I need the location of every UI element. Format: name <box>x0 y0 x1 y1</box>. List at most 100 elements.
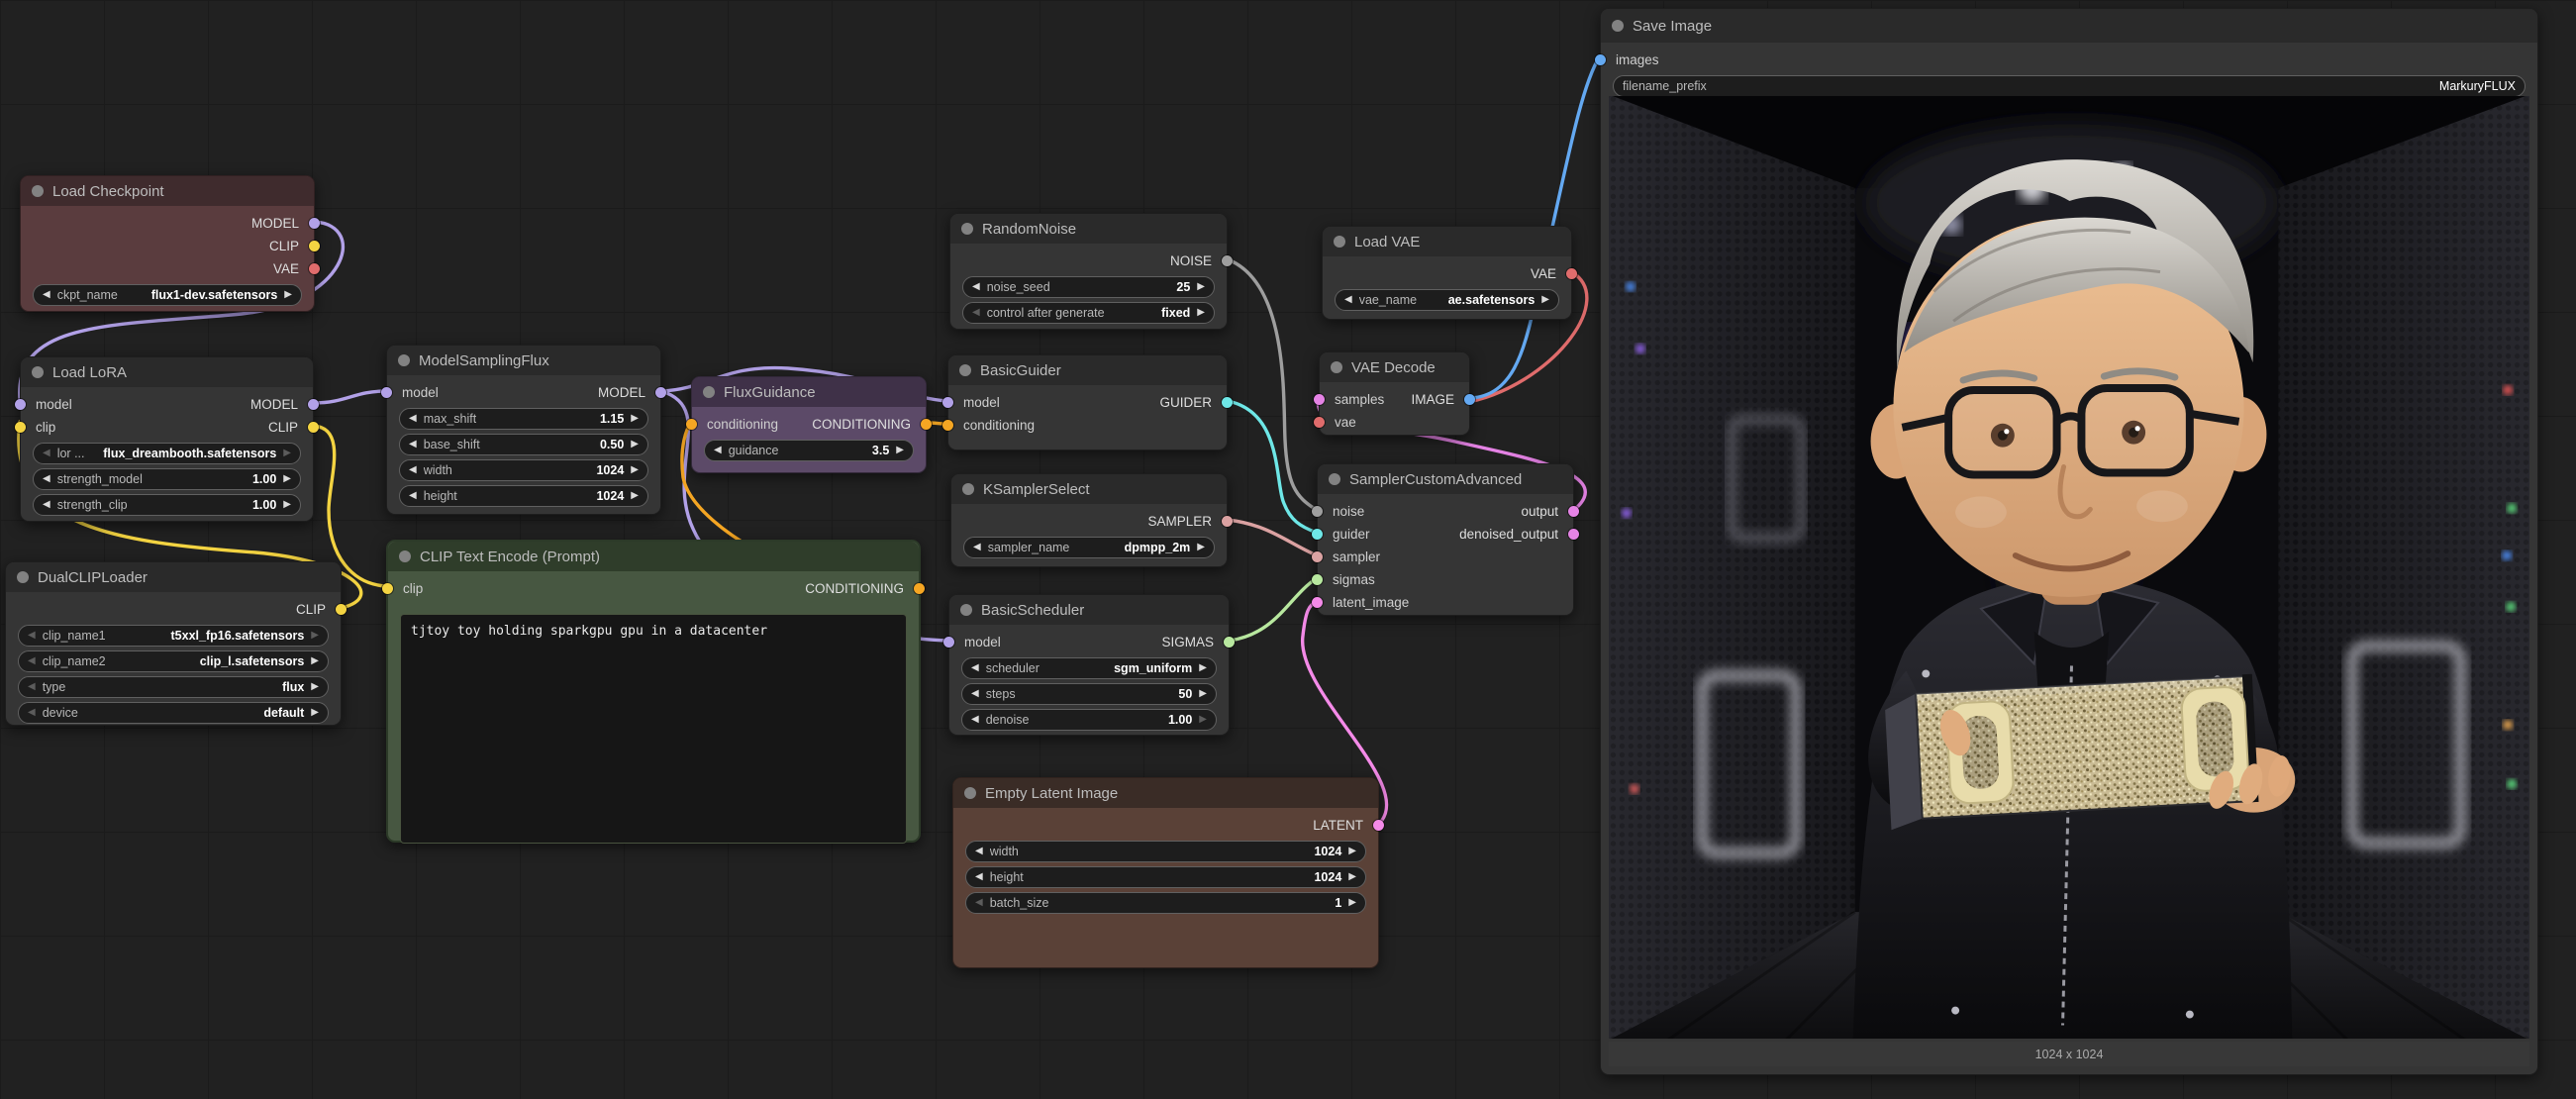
input-port-noise[interactable] <box>1312 506 1323 517</box>
output-port-VAE[interactable] <box>1566 268 1577 279</box>
output-port-output[interactable] <box>1568 506 1579 517</box>
increment-arrow-icon[interactable]: ▶ <box>1199 715 1207 725</box>
decrement-arrow-icon[interactable]: ◀ <box>972 308 980 318</box>
input-port-model[interactable] <box>942 397 953 408</box>
model-sampling-flux-widget-width[interactable]: ◀width1024▶ <box>399 459 648 481</box>
node-dual-clip-loader[interactable]: DualCLIPLoaderCLIP◀clip_name1t5xxl_fp16.… <box>5 561 342 726</box>
input-port-clip[interactable] <box>15 422 26 433</box>
decrement-arrow-icon[interactable]: ◀ <box>973 543 981 552</box>
increment-arrow-icon[interactable]: ▶ <box>311 708 319 718</box>
increment-arrow-icon[interactable]: ▶ <box>1197 282 1205 292</box>
load-checkpoint-widget-ckpt-name[interactable]: ◀ckpt_nameflux1-dev.safetensors▶ <box>33 284 302 306</box>
output-port-CONDITIONING[interactable] <box>914 583 925 594</box>
increment-arrow-icon[interactable]: ▶ <box>284 290 292 300</box>
output-port-NOISE[interactable] <box>1222 255 1233 266</box>
dual-clip-loader-widget-type[interactable]: ◀typeflux▶ <box>18 676 329 698</box>
node-clip-text-encode[interactable]: CLIP Text Encode (Prompt)clipCONDITIONIN… <box>386 540 921 843</box>
input-port-images[interactable] <box>1595 54 1606 65</box>
random-noise-widget-control-after-generate[interactable]: ◀control after generatefixed▶ <box>962 302 1215 324</box>
decrement-arrow-icon[interactable]: ◀ <box>28 656 36 666</box>
decrement-arrow-icon[interactable]: ◀ <box>971 663 979 673</box>
node-model-sampling-flux[interactable]: ModelSamplingFluxmodelMODEL◀max_shift1.1… <box>386 345 661 515</box>
output-port-VAE[interactable] <box>309 263 320 274</box>
node-flux-guidance[interactable]: FluxGuidanceconditioningCONDITIONING◀gui… <box>691 376 927 473</box>
basic-scheduler-widget-scheduler[interactable]: ◀schedulersgm_uniform▶ <box>961 657 1217 679</box>
decrement-arrow-icon[interactable]: ◀ <box>975 872 983 882</box>
empty-latent-image-widget-height[interactable]: ◀height1024▶ <box>965 866 1366 888</box>
increment-arrow-icon[interactable]: ▶ <box>283 500 291 510</box>
increment-arrow-icon[interactable]: ▶ <box>1348 847 1356 856</box>
increment-arrow-icon[interactable]: ▶ <box>283 449 291 458</box>
input-port-conditioning[interactable] <box>942 420 953 431</box>
decrement-arrow-icon[interactable]: ◀ <box>43 474 50 484</box>
output-port-CLIP[interactable] <box>308 422 319 433</box>
output-port-CLIP[interactable] <box>336 604 347 615</box>
increment-arrow-icon[interactable]: ▶ <box>631 440 639 450</box>
increment-arrow-icon[interactable]: ▶ <box>311 682 319 692</box>
output-port-MODEL[interactable] <box>309 218 320 229</box>
ksampler-select-widget-sampler-name[interactable]: ◀sampler_namedpmpp_2m▶ <box>963 537 1215 558</box>
node-ksampler-select[interactable]: KSamplerSelectSAMPLER◀sampler_namedpmpp_… <box>950 473 1228 567</box>
decrement-arrow-icon[interactable]: ◀ <box>409 465 417 475</box>
output-port-CONDITIONING[interactable] <box>921 419 932 430</box>
empty-latent-image-widget-width[interactable]: ◀width1024▶ <box>965 841 1366 862</box>
dual-clip-loader-widget-clip-name2[interactable]: ◀clip_name2clip_l.safetensors▶ <box>18 650 329 672</box>
decrement-arrow-icon[interactable]: ◀ <box>714 446 722 455</box>
decrement-arrow-icon[interactable]: ◀ <box>409 491 417 501</box>
decrement-arrow-icon[interactable]: ◀ <box>971 715 979 725</box>
input-port-vae[interactable] <box>1314 417 1325 428</box>
dual-clip-loader-widget-clip-name1[interactable]: ◀clip_name1t5xxl_fp16.safetensors▶ <box>18 625 329 647</box>
flux-guidance-widget-guidance[interactable]: ◀guidance3.5▶ <box>704 440 914 461</box>
node-graph-canvas[interactable]: Load CheckpointMODELCLIPVAE◀ckpt_nameflu… <box>0 0 2576 1099</box>
increment-arrow-icon[interactable]: ▶ <box>896 446 904 455</box>
node-basic-scheduler[interactable]: BasicSchedulermodelSIGMAS◀schedulersgm_u… <box>948 594 1230 736</box>
output-port-MODEL[interactable] <box>655 387 666 398</box>
load-lora-widget-strength-clip[interactable]: ◀strength_clip1.00▶ <box>33 494 301 516</box>
load-vae-widget-vae-name[interactable]: ◀vae_nameae.safetensors▶ <box>1335 289 1559 311</box>
output-port-MODEL[interactable] <box>308 399 319 410</box>
decrement-arrow-icon[interactable]: ◀ <box>972 282 980 292</box>
input-port-clip[interactable] <box>382 583 393 594</box>
node-random-noise[interactable]: RandomNoiseNOISE◀noise_seed25▶◀control a… <box>949 213 1228 330</box>
increment-arrow-icon[interactable]: ▶ <box>1197 543 1205 552</box>
decrement-arrow-icon[interactable]: ◀ <box>28 631 36 641</box>
decrement-arrow-icon[interactable]: ◀ <box>409 440 417 450</box>
node-empty-latent-image[interactable]: Empty Latent ImageLATENT◀width1024▶◀heig… <box>952 777 1379 968</box>
decrement-arrow-icon[interactable]: ◀ <box>43 449 50 458</box>
increment-arrow-icon[interactable]: ▶ <box>1199 689 1207 699</box>
increment-arrow-icon[interactable]: ▶ <box>1197 308 1205 318</box>
decrement-arrow-icon[interactable]: ◀ <box>975 847 983 856</box>
increment-arrow-icon[interactable]: ▶ <box>1541 295 1549 305</box>
node-vae-decode[interactable]: VAE DecodesamplesIMAGEvae <box>1319 351 1470 436</box>
random-noise-widget-noise-seed[interactable]: ◀noise_seed25▶ <box>962 276 1215 298</box>
increment-arrow-icon[interactable]: ▶ <box>1348 872 1356 882</box>
model-sampling-flux-widget-max-shift[interactable]: ◀max_shift1.15▶ <box>399 408 648 430</box>
input-port-conditioning[interactable] <box>686 419 697 430</box>
node-load-lora[interactable]: Load LoRAmodelMODELclipCLIP◀lor ...flux_… <box>20 356 314 522</box>
model-sampling-flux-widget-height[interactable]: ◀height1024▶ <box>399 485 648 507</box>
node-basic-guider[interactable]: BasicGuidermodelGUIDERconditioning <box>947 354 1228 450</box>
node-load-vae[interactable]: Load VAEVAE◀vae_nameae.safetensors▶ <box>1322 226 1572 320</box>
basic-scheduler-widget-denoise[interactable]: ◀denoise1.00▶ <box>961 709 1217 731</box>
decrement-arrow-icon[interactable]: ◀ <box>43 500 50 510</box>
output-port-CLIP[interactable] <box>309 241 320 251</box>
dual-clip-loader-widget-device[interactable]: ◀devicedefault▶ <box>18 702 329 724</box>
increment-arrow-icon[interactable]: ▶ <box>311 631 319 641</box>
input-port-sigmas[interactable] <box>1312 574 1323 585</box>
input-port-model[interactable] <box>15 399 26 410</box>
decrement-arrow-icon[interactable]: ◀ <box>28 708 36 718</box>
output-port-denoised_output[interactable] <box>1568 529 1579 540</box>
output-port-SIGMAS[interactable] <box>1224 637 1235 648</box>
increment-arrow-icon[interactable]: ▶ <box>283 474 291 484</box>
increment-arrow-icon[interactable]: ▶ <box>311 656 319 666</box>
input-port-sampler[interactable] <box>1312 551 1323 562</box>
node-save-image[interactable]: Save Imageimagesfilename_prefixMarkuryFL… <box>1600 8 2538 1075</box>
input-port-model[interactable] <box>381 387 392 398</box>
output-port-SAMPLER[interactable] <box>1222 516 1233 527</box>
output-port-IMAGE[interactable] <box>1464 394 1475 405</box>
model-sampling-flux-widget-base-shift[interactable]: ◀base_shift0.50▶ <box>399 434 648 455</box>
decrement-arrow-icon[interactable]: ◀ <box>971 689 979 699</box>
decrement-arrow-icon[interactable]: ◀ <box>1344 295 1352 305</box>
output-port-LATENT[interactable] <box>1373 820 1384 831</box>
input-port-guider[interactable] <box>1312 529 1323 540</box>
